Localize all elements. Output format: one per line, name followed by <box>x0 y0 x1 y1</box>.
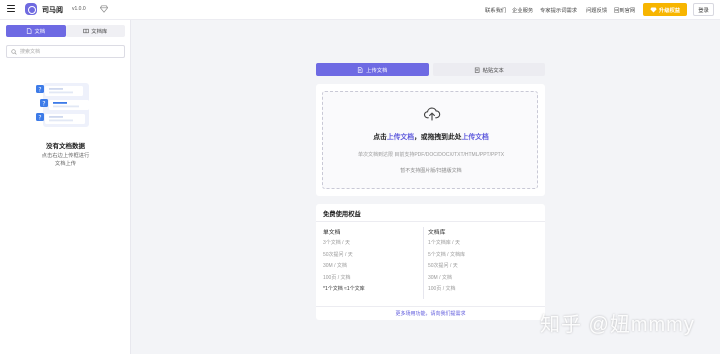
search-icon <box>11 48 17 55</box>
official-site-link[interactable]: 回到官网 <box>614 6 635 14</box>
list-item: 50次提问 / 天 <box>428 263 458 269</box>
list-item: 50次提问 / 天 <box>323 251 353 258</box>
empty-documents-illustration: ? ? ? <box>36 83 89 127</box>
list-item: 5个文档 / 文档库 <box>428 251 465 258</box>
top-bar: 司马阅 v1.0.0 联系我们 企业服务 专家提示词需求 问题反馈 回到官网 升… <box>0 0 720 20</box>
empty-title: 没有文档数据 <box>46 143 85 150</box>
document-icon <box>27 28 32 34</box>
diamond-icon <box>650 7 657 12</box>
app-logo[interactable] <box>25 3 37 15</box>
divider <box>316 221 545 222</box>
app-name: 司马阅 <box>42 7 63 14</box>
library-column: 文档库 1个文档库 / 天 5个文档 / 文档库 50次提问 / 天 30M /… <box>428 227 528 297</box>
list-item: 30M / 文档 <box>323 263 347 269</box>
empty-desc-line2: 文档上传 <box>54 161 77 167</box>
hamburger-menu-icon[interactable] <box>7 5 15 13</box>
upgrade-button[interactable]: 升级权益 <box>643 3 687 16</box>
tab-paste-label: 粘贴文本 <box>482 67 504 74</box>
expert-prompt-link[interactable]: 专家提示词需求 <box>540 6 577 14</box>
drop-title-prefix: 点击 <box>373 134 387 141</box>
tab-paste-text[interactable]: 粘贴文本 <box>432 63 545 76</box>
sidebar-tabs: 文档 文档库 <box>6 25 125 37</box>
library-icon <box>83 28 89 34</box>
column-divider <box>423 227 424 299</box>
list-item: 1个文档库 / 天 <box>428 240 460 246</box>
tab-library-label: 文档库 <box>91 29 108 35</box>
request-features-link[interactable]: 更多场用功能，请向我们提需求 <box>316 306 545 320</box>
upload-card: 点击上传文档，或拖拽到此处上传文档 单次文档到达限 目前支持PDF/DOC/DO… <box>316 84 545 196</box>
list-item: 30M / 文档 <box>428 274 452 281</box>
sidebar: 文档 文档库 搜索文档 ? ? ? 没有文档数据 点击右边上传框进行 文档上传 <box>0 20 131 354</box>
paste-text-icon <box>474 67 480 73</box>
upload-file-icon <box>358 66 363 73</box>
tab-documents[interactable]: 文档 <box>6 25 66 37</box>
cloud-upload-icon <box>424 107 441 121</box>
enterprise-service-link[interactable]: 企业服务 <box>512 6 533 14</box>
watermark: 知乎 @妞mmmy <box>540 314 695 336</box>
list-item: 100页 / 文档 <box>428 286 456 292</box>
list-item: *1个文档 ≈1个文库 <box>323 286 365 292</box>
free-rights-card: 免费使用权益 单文档 3个文档 / 天 50次提问 / 天 30M / 文档 1… <box>316 204 545 320</box>
contact-us-link[interactable]: 联系我们 <box>485 6 506 14</box>
tab-documents-label: 文档 <box>34 29 46 35</box>
list-item: 3个文档 / 天 <box>323 240 350 246</box>
unsupported-note: 暂不支持图片版/扫描版文档 <box>400 168 462 174</box>
supported-formats: 单次文档到达限 目前支持PDF/DOC/DOCX/TXT/HTML/PPT/PP… <box>357 152 505 158</box>
tab-upload-label: 上传文档 <box>366 67 388 74</box>
svg-text:?: ? <box>38 86 41 93</box>
library-column-title: 文档库 <box>428 230 446 236</box>
search-placeholder: 搜索文档 <box>20 49 41 55</box>
file-drop-zone[interactable]: 点击上传文档，或拖拽到此处上传文档 单次文档到达限 目前支持PDF/DOC/DO… <box>322 91 538 189</box>
upgrade-label: 升级权益 <box>658 7 681 14</box>
feedback-link[interactable]: 问题反馈 <box>586 6 607 14</box>
empty-description: 点击右边上传框进行 文档上传 <box>0 152 131 168</box>
upload-mode-tabs: 上传文档 粘贴文本 <box>316 63 545 76</box>
tab-library[interactable]: 文档库 <box>65 25 125 37</box>
svg-text:?: ? <box>42 100 45 107</box>
drop-title-mid: ，或拖拽到此处 <box>414 134 462 141</box>
diamond-icon[interactable] <box>100 5 108 13</box>
search-input[interactable]: 搜索文档 <box>6 45 125 58</box>
rights-title: 免费使用权益 <box>323 211 361 218</box>
svg-text:?: ? <box>38 114 41 121</box>
single-column-title: 单文档 <box>323 230 341 236</box>
drop-zone-title: 点击上传文档，或拖拽到此处上传文档 <box>323 131 539 141</box>
upload-link-2[interactable]: 上传文档 <box>462 134 489 141</box>
upload-link-1[interactable]: 上传文档 <box>387 134 414 141</box>
empty-desc-line1: 点击右边上传框进行 <box>41 153 90 159</box>
single-document-column: 单文档 3个文档 / 天 50次提问 / 天 30M / 文档 100页 / 文… <box>323 227 423 297</box>
login-button[interactable]: 登录 <box>693 3 714 16</box>
app-version: v1.0.0 <box>72 6 86 12</box>
tab-upload-document[interactable]: 上传文档 <box>316 63 429 76</box>
list-item: 100页 / 文档 <box>323 274 351 281</box>
